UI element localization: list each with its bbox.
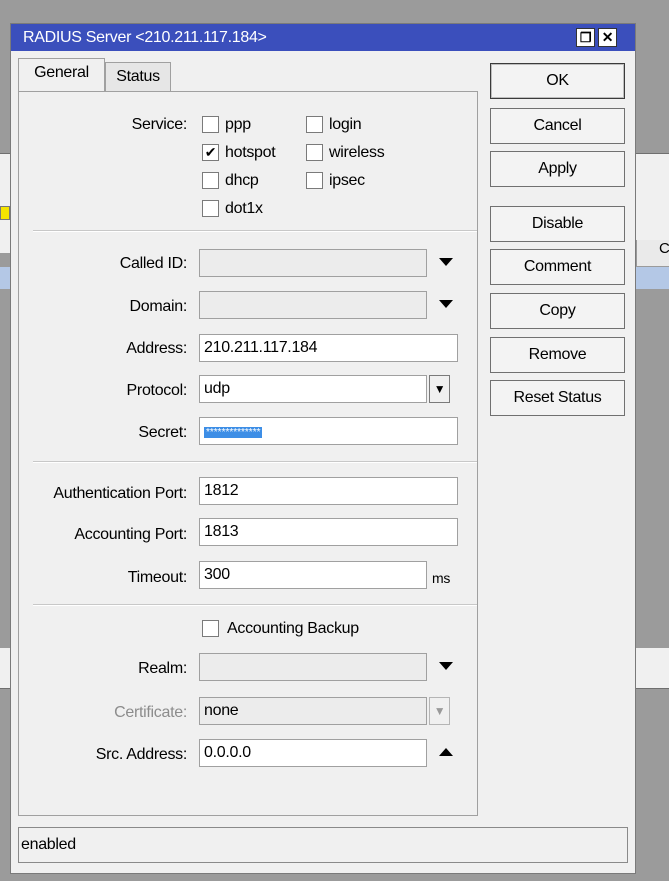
reset-status-button[interactable]: Reset Status [490,380,625,416]
comment-button[interactable]: Comment [490,249,625,285]
checkbox-wireless[interactable] [306,144,323,161]
realm-dropdown-icon[interactable] [439,662,453,670]
restore-button[interactable]: ❐ [576,28,595,47]
secret-label: Secret: [138,424,187,441]
secret-selected-text: ************** [204,427,263,438]
close-button[interactable]: ✕ [598,28,617,47]
checkbox-dot1x-label: dot1x [225,200,263,217]
restore-icon: ❐ [579,30,592,45]
checkbox-dhcp[interactable] [202,172,219,189]
checkbox-ipsec[interactable] [306,172,323,189]
tab-status-label: Status [116,68,160,85]
address-input[interactable]: 210.211.117.184 [199,334,458,362]
tab-general-label: General [34,64,89,81]
realm-label: Realm: [138,660,187,677]
authentication-port-label: Authentication Port: [53,485,187,502]
checkbox-login-label: login [329,116,362,133]
dropdown-arrow-icon: ▼ [433,704,446,718]
checkbox-accounting-backup[interactable] [202,620,219,637]
checkmark-icon: ✔ [204,144,217,160]
tab-status[interactable]: Status [105,62,171,92]
accounting-port-label: Accounting Port: [74,526,187,543]
timeout-label: Timeout: [127,569,188,586]
checkbox-login[interactable] [306,116,323,133]
window-title: RADIUS Server <210.211.117.184> [23,29,267,46]
protocol-select[interactable]: udp [199,375,427,403]
protocol-dropdown-button[interactable]: ▼ [429,375,450,403]
checkbox-hotspot-label: hotspot [225,144,276,161]
status-text: enabled [21,836,76,853]
called-id-dropdown-icon[interactable] [439,258,453,266]
status-bar: enabled [18,827,628,863]
separator [33,461,477,463]
checkbox-ipsec-label: ipsec [329,172,365,189]
realm-field[interactable] [199,653,427,681]
domain-label: Domain: [129,298,188,315]
timeout-unit: ms [432,570,451,586]
src-address-input[interactable]: 0.0.0.0 [199,739,427,767]
authentication-port-input[interactable]: 1812 [199,477,458,505]
checkbox-accounting-backup-label: Accounting Backup [227,620,359,637]
background-column-header: C [636,240,669,266]
title-bar[interactable]: RADIUS Server <210.211.117.184> ❐ ✕ [11,24,635,51]
separator [33,230,477,232]
ok-button[interactable]: OK [490,63,625,99]
certificate-label: Certificate: [114,704,187,721]
checkbox-hotspot[interactable]: ✔ [202,144,219,161]
apply-button[interactable]: Apply [490,151,625,187]
copy-button[interactable]: Copy [490,293,625,329]
checkbox-dot1x[interactable] [202,200,219,217]
dropdown-arrow-icon: ▼ [433,382,446,396]
remove-button[interactable]: Remove [490,337,625,373]
src-address-collapse-icon[interactable] [439,748,453,756]
secret-input[interactable]: ************** [199,417,458,445]
domain-dropdown-icon[interactable] [439,300,453,308]
checkbox-ppp[interactable] [202,116,219,133]
address-label: Address: [126,340,187,357]
certificate-dropdown-button: ▼ [429,697,450,725]
service-label: Service: [131,116,188,133]
background-yellow-marker [0,206,10,220]
checkbox-dhcp-label: dhcp [225,172,259,189]
src-address-label: Src. Address: [95,746,188,763]
checkbox-ppp-label: ppp [225,116,251,133]
certificate-select: none [199,697,427,725]
checkbox-wireless-label: wireless [329,144,385,161]
separator [33,604,477,606]
disable-button[interactable]: Disable [490,206,625,242]
called-id-field[interactable] [199,249,427,277]
domain-field[interactable] [199,291,427,319]
protocol-label: Protocol: [126,382,188,399]
tab-general[interactable]: General [18,58,105,92]
close-icon: ✕ [601,29,614,45]
accounting-port-input[interactable]: 1813 [199,518,458,546]
called-id-label: Called ID: [119,255,188,272]
timeout-input[interactable]: 300 [199,561,427,589]
radius-server-dialog: RADIUS Server <210.211.117.184> ❐ ✕ Gene… [10,23,636,874]
cancel-button[interactable]: Cancel [490,108,625,144]
